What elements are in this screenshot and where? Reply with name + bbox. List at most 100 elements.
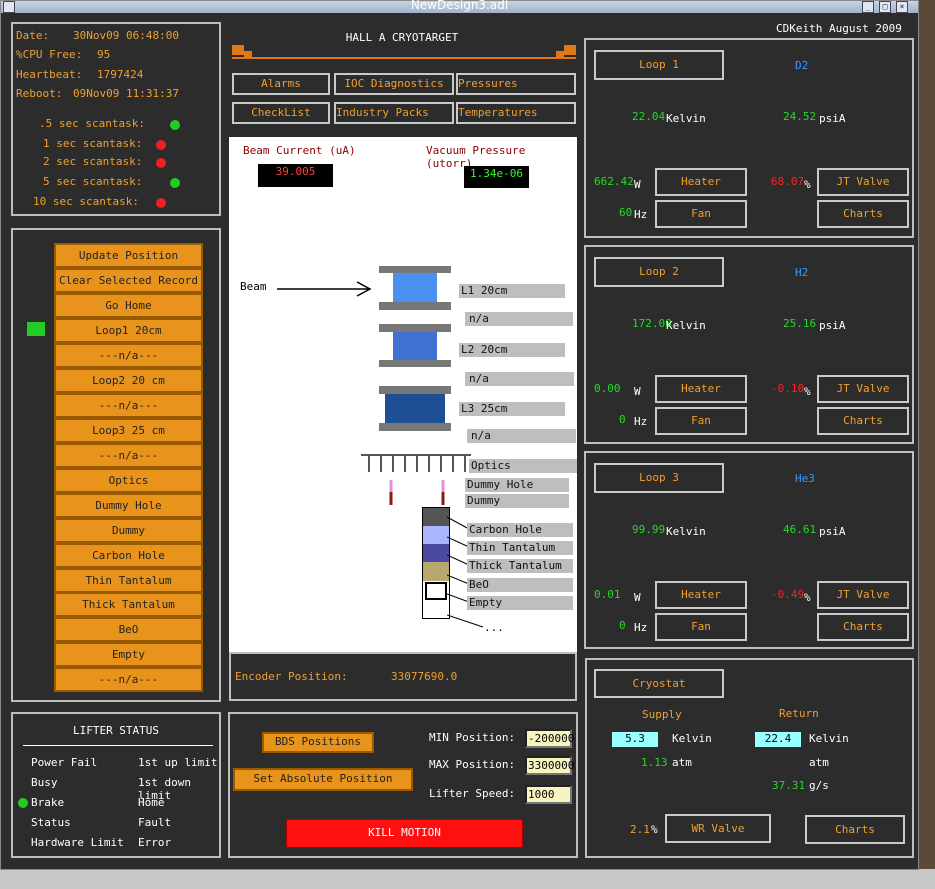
lifter-brake: Brake bbox=[31, 796, 65, 809]
loop3-panel: Loop 3 He3 99.99 Kelvin 46.61 psiA 0.01 W Heater… bbox=[584, 451, 914, 649]
close-button[interactable]: × bbox=[896, 1, 908, 13]
lifter-speed-input[interactable]: 1000 bbox=[525, 785, 572, 804]
loop-button[interactable]: Loop 1 bbox=[594, 50, 724, 80]
loop-button[interactable]: Loop 2 bbox=[594, 257, 724, 287]
position-button[interactable]: Optics bbox=[54, 468, 203, 493]
corner-mark bbox=[556, 51, 564, 57]
more-targets-ellipsis: ... bbox=[484, 621, 504, 634]
position-button[interactable]: Loop1 20cm bbox=[54, 318, 203, 343]
jt-valve-button[interactable]: JT Valve bbox=[817, 375, 909, 403]
position-button[interactable]: Empty bbox=[54, 642, 203, 667]
max-position-input[interactable]: 3300000 bbox=[525, 756, 574, 775]
wr-valve-button[interactable]: WR Valve bbox=[665, 814, 771, 843]
jt-valve-button[interactable]: JT Valve bbox=[817, 168, 909, 196]
dummy-label: Dummy bbox=[465, 494, 569, 508]
jt-valve-unit: % bbox=[804, 178, 811, 191]
heater-power-unit: W bbox=[634, 591, 641, 604]
fan-button[interactable]: Fan bbox=[655, 613, 747, 641]
thick-tantalum-target bbox=[423, 544, 449, 562]
fan-button[interactable]: Fan bbox=[655, 200, 747, 228]
temperature-value: 99.99 bbox=[632, 523, 666, 536]
bds-positions-button[interactable]: BDS Positions bbox=[262, 732, 374, 753]
thin-tantalum-target bbox=[423, 526, 449, 544]
window-menu-button[interactable] bbox=[3, 1, 15, 13]
reboot-label: Reboot: bbox=[16, 87, 63, 100]
position-button[interactable]: ---n/a--- bbox=[54, 667, 203, 692]
cell-cap bbox=[379, 324, 451, 332]
lifter-power-fail: Power Fail bbox=[31, 756, 98, 769]
heater-button[interactable]: Heater bbox=[655, 168, 747, 196]
checklist-button[interactable]: CheckList bbox=[232, 102, 330, 124]
temperature-unit: Kelvin bbox=[666, 319, 706, 332]
industry-packs-button[interactable]: Industry Packs bbox=[334, 102, 454, 124]
motion-panel: BDS Positions Set Absolute Position MIN … bbox=[228, 712, 578, 858]
heater-button[interactable]: Heater bbox=[655, 581, 747, 609]
supply-temp-unit: Kelvin bbox=[672, 732, 712, 745]
loop-gas-label: He3 bbox=[795, 472, 815, 485]
position-button[interactable]: Loop3 25 cm bbox=[54, 418, 203, 443]
fan-frequency-value: 60 bbox=[619, 206, 633, 219]
fan-frequency-unit: Hz bbox=[634, 621, 648, 634]
position-button[interactable]: BeO bbox=[54, 617, 203, 642]
loop1-panel: Loop 1 D2 22.04 Kelvin 24.52 psiA 662.42 W Heate… bbox=[584, 38, 914, 238]
jt-valve-value: -0.10 bbox=[771, 382, 805, 395]
fan-frequency-unit: Hz bbox=[634, 415, 648, 428]
scantask-indicator bbox=[170, 120, 180, 130]
optics-label: Optics bbox=[469, 459, 577, 473]
pressure-unit: psiA bbox=[819, 112, 846, 125]
pressures-button[interactable]: Pressures bbox=[456, 73, 576, 95]
desktop-bottom bbox=[0, 869, 935, 889]
positions-panel: Update Position Clear Selected Record Go H… bbox=[11, 228, 221, 702]
alarms-button[interactable]: Alarms bbox=[232, 73, 330, 95]
temperatures-button[interactable]: Temperatures bbox=[456, 102, 576, 124]
header-rule bbox=[232, 57, 576, 59]
cryostat-charts-button[interactable]: Charts bbox=[805, 815, 905, 844]
position-button[interactable]: Loop2 20 cm bbox=[54, 368, 203, 393]
main-window: NewDesign3.adl _ □ × Date: 30Nov09 06:48… bbox=[0, 0, 919, 870]
min-position-input[interactable]: -200000 bbox=[525, 729, 574, 748]
position-button[interactable]: Thin Tantalum bbox=[54, 568, 203, 593]
maximize-button[interactable]: □ bbox=[879, 1, 891, 13]
loop3-cell bbox=[385, 394, 445, 423]
minimize-button[interactable]: _ bbox=[862, 1, 874, 13]
scantask-indicator bbox=[170, 178, 180, 188]
solid-target-ladder bbox=[422, 507, 450, 619]
cryostat-button[interactable]: Cryostat bbox=[594, 669, 724, 698]
fan-button[interactable]: Fan bbox=[655, 407, 747, 435]
loop2-cell bbox=[393, 332, 437, 360]
set-absolute-position-button[interactable]: Set Absolute Position bbox=[233, 768, 413, 791]
cell-cap bbox=[379, 302, 451, 310]
position-button[interactable]: Carbon Hole bbox=[54, 543, 203, 568]
pressure-value: 46.61 bbox=[783, 523, 817, 536]
lifter-busy: Busy bbox=[31, 776, 58, 789]
position-button[interactable]: Dummy bbox=[54, 518, 203, 543]
position-button[interactable]: Dummy Hole bbox=[54, 493, 203, 518]
kill-motion-button[interactable]: KILL MOTION bbox=[286, 819, 523, 848]
dummy-hole-label: Dummy Hole bbox=[465, 478, 569, 492]
loop-button[interactable]: Loop 3 bbox=[594, 463, 724, 493]
return-pressure-unit: atm bbox=[809, 756, 829, 769]
position-button[interactable]: Update Position bbox=[54, 243, 203, 268]
temperature-value: 22.04 bbox=[632, 110, 666, 123]
beo-label: BeO bbox=[467, 578, 573, 592]
position-button[interactable]: Go Home bbox=[54, 293, 203, 318]
supply-label: Supply bbox=[642, 708, 682, 721]
position-button[interactable]: Thick Tantalum bbox=[54, 592, 203, 617]
beo-target bbox=[423, 562, 449, 581]
position-button[interactable]: ---n/a--- bbox=[54, 393, 203, 418]
fan-frequency-value: 0 bbox=[619, 413, 626, 426]
loop-charts-button[interactable]: Charts bbox=[817, 613, 909, 641]
position-button[interactable]: Clear Selected Record bbox=[54, 268, 203, 293]
cryostat-panel: Cryostat Supply Return 5.3 Kelvin 22.4 K… bbox=[585, 658, 914, 858]
page-title: HALL A CRYOTARGET bbox=[345, 31, 459, 44]
beam-arrow bbox=[277, 281, 372, 297]
position-button[interactable]: ---n/a--- bbox=[54, 443, 203, 468]
loop-charts-button[interactable]: Charts bbox=[817, 407, 909, 435]
heater-button[interactable]: Heater bbox=[655, 375, 747, 403]
jt-valve-value: 68.07 bbox=[771, 175, 805, 188]
position-button[interactable]: ---n/a--- bbox=[54, 343, 203, 368]
loop-charts-button[interactable]: Charts bbox=[817, 200, 909, 228]
scantask-label: 5 sec scantask: bbox=[43, 175, 143, 188]
jt-valve-button[interactable]: JT Valve bbox=[817, 581, 909, 609]
ioc-diagnostics-button[interactable]: IOC Diagnostics bbox=[334, 73, 454, 95]
